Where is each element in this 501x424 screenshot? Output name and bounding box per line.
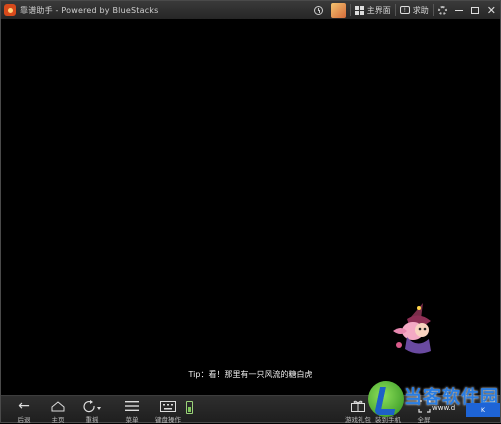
minimize-button[interactable] xyxy=(451,1,467,19)
maximize-icon xyxy=(470,6,479,14)
keyboard-icon xyxy=(160,400,176,412)
menu-button[interactable]: 菜单 xyxy=(117,399,147,424)
title-bar: 靠谱助手 - Powered by BlueStacks 主界面 ! 求助 ✕ xyxy=(1,1,500,19)
watermark: 当客软件园 www.d K xyxy=(366,379,501,423)
rotate-icon xyxy=(83,399,101,412)
gift-icon xyxy=(351,400,365,412)
rotate-button[interactable]: 重摇 xyxy=(77,399,107,424)
minimize-icon xyxy=(454,9,463,11)
gear-icon xyxy=(437,5,447,15)
bluestacks-window: 靠谱助手 - Powered by BlueStacks 主界面 ! 求助 ✕ … xyxy=(0,0,501,424)
home-icon xyxy=(51,400,65,411)
back-button[interactable]: ← 后退 xyxy=(9,399,39,424)
home-grid-icon xyxy=(354,5,364,15)
close-button[interactable]: ✕ xyxy=(483,1,500,19)
phone-battery-icon xyxy=(186,401,193,414)
keyboard-button[interactable]: 键盘操作 xyxy=(153,399,183,424)
watermark-logo-icon xyxy=(368,381,404,417)
avatar-button[interactable] xyxy=(327,1,350,19)
witch-character-icon xyxy=(393,303,431,354)
settings-button[interactable] xyxy=(434,1,451,19)
main-screen-label: 主界面 xyxy=(366,5,391,15)
app-logo-icon xyxy=(4,4,16,16)
history-button[interactable] xyxy=(310,1,327,19)
help-button[interactable]: ! 求助 xyxy=(396,1,433,19)
help-icon: ! xyxy=(399,6,410,14)
close-icon: ✕ xyxy=(486,3,496,17)
menu-icon xyxy=(125,401,139,411)
back-arrow-icon: ← xyxy=(18,398,30,414)
avatar xyxy=(330,2,346,18)
title-bar-controls: 主界面 ! 求助 ✕ xyxy=(310,1,500,19)
home-button[interactable]: 主页 xyxy=(43,399,73,424)
window-title: 靠谱助手 - Powered by BlueStacks xyxy=(20,5,159,15)
maximize-button[interactable] xyxy=(467,1,483,19)
main-screen-button[interactable]: 主界面 xyxy=(351,1,395,19)
clock-icon xyxy=(313,5,323,15)
help-label: 求助 xyxy=(412,5,429,15)
watermark-badge: K xyxy=(466,403,500,417)
watermark-url: www.d xyxy=(432,404,456,412)
